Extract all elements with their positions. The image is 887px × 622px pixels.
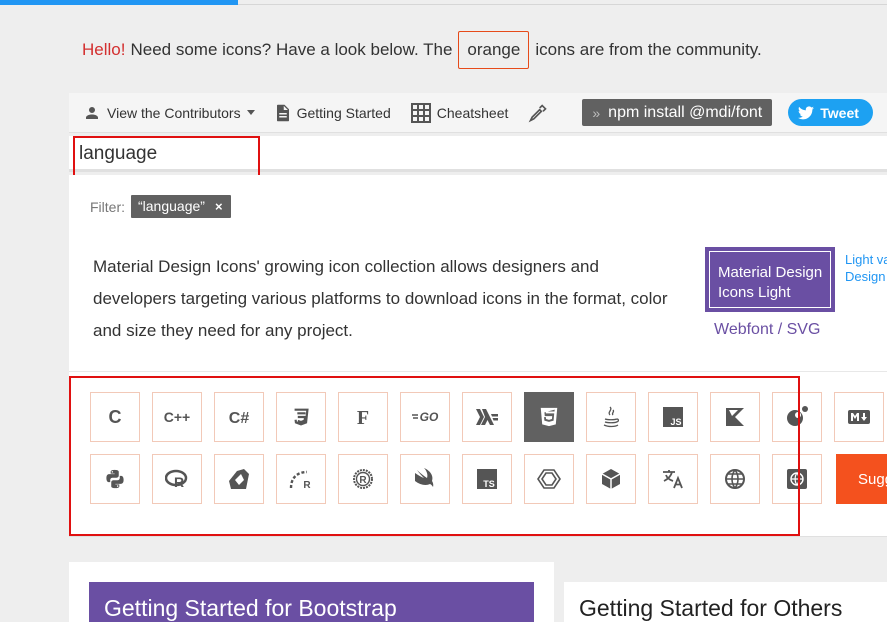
contributors-dropdown[interactable]: View the Contributors [83,104,255,122]
orange-highlight-badge: orange [458,31,530,69]
filter-chip-label: “language” [138,198,205,214]
mdi-light-promo[interactable]: Material Design Icons Light [705,247,835,312]
npm-install-label: npm install @mdi/font [608,103,763,121]
contributors-label: View the Contributors [107,104,241,121]
hello-text: Hello! [82,40,126,59]
grid-icon [410,102,431,123]
account-icon [86,106,98,119]
chevron-right-icon: » [592,104,601,121]
others-card-title[interactable]: Getting Started for Others [579,595,842,622]
tweet-label: Tweet [820,104,859,121]
suggest-icon-button[interactable]: Sugg [836,454,887,504]
getting-started-label: Getting Started [296,104,391,121]
toolbar: View the Contributors Getting Started Ch… [69,93,887,133]
getting-started-link[interactable]: Getting Started [275,104,391,122]
tweet-button[interactable]: Tweet [788,99,873,126]
bootstrap-card-title[interactable]: Getting Started for Bootstrap [89,582,534,622]
filter-bar: Filter: “language” × [90,195,231,218]
light-link-line1: Light va [845,252,887,267]
icons-highlight-box [69,376,800,536]
others-card: Getting Started for Others [564,582,887,622]
intro-text: Hello! Need some icons? Have a look belo… [82,31,762,69]
caret-down-icon [246,110,255,115]
light-variant-link[interactable]: Light va Design [845,251,887,285]
promo-title-line2: Icons Light [718,284,791,301]
section-divider [69,371,887,372]
eyedropper-button[interactable] [528,103,554,123]
filter-label: Filter: [90,198,125,215]
close-icon[interactable]: × [215,199,223,214]
top-divider [238,4,887,5]
cheatsheet-link[interactable]: Cheatsheet [410,102,509,123]
light-link-line2: Design [845,269,886,284]
language-markdown-icon[interactable] [834,392,884,442]
promo-title-line1: Material Design [718,264,823,281]
filter-chip[interactable]: “language” × [131,195,231,218]
bootstrap-card: Getting Started for Bootstrap [69,562,554,622]
twitter-icon [798,105,815,119]
promo-box: Material Design Icons Light [709,251,831,308]
description: Material Design Icons' growing icon coll… [93,257,668,340]
page-progress-bar [0,0,238,5]
promo-subtitle: Webfont / SVG [714,321,821,338]
intro-text-2: icons are from the community. [535,40,762,59]
cheatsheet-label: Cheatsheet [436,104,509,121]
eyedropper-icon [529,103,548,122]
npm-install-button[interactable]: » npm install @mdi/font [582,99,773,126]
intro-text-1: Need some icons? Have a look below. The [130,40,453,59]
file-document-icon [276,104,289,121]
